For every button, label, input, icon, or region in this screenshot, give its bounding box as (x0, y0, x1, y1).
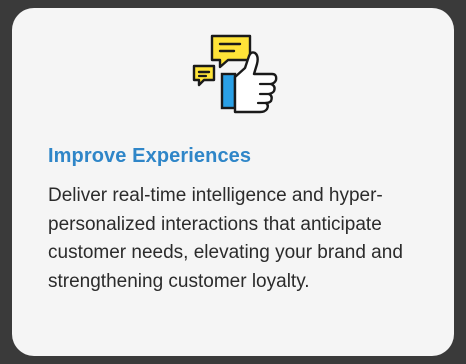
feature-card: Improve Experiences Deliver real-time in… (12, 8, 454, 356)
chat-thumbs-up-icon (190, 32, 286, 116)
card-title: Improve Experiences (48, 145, 252, 167)
card-description: Deliver real-time intelligence and hyper… (48, 185, 403, 292)
page: Improve Experiences Deliver real-time in… (0, 0, 466, 364)
